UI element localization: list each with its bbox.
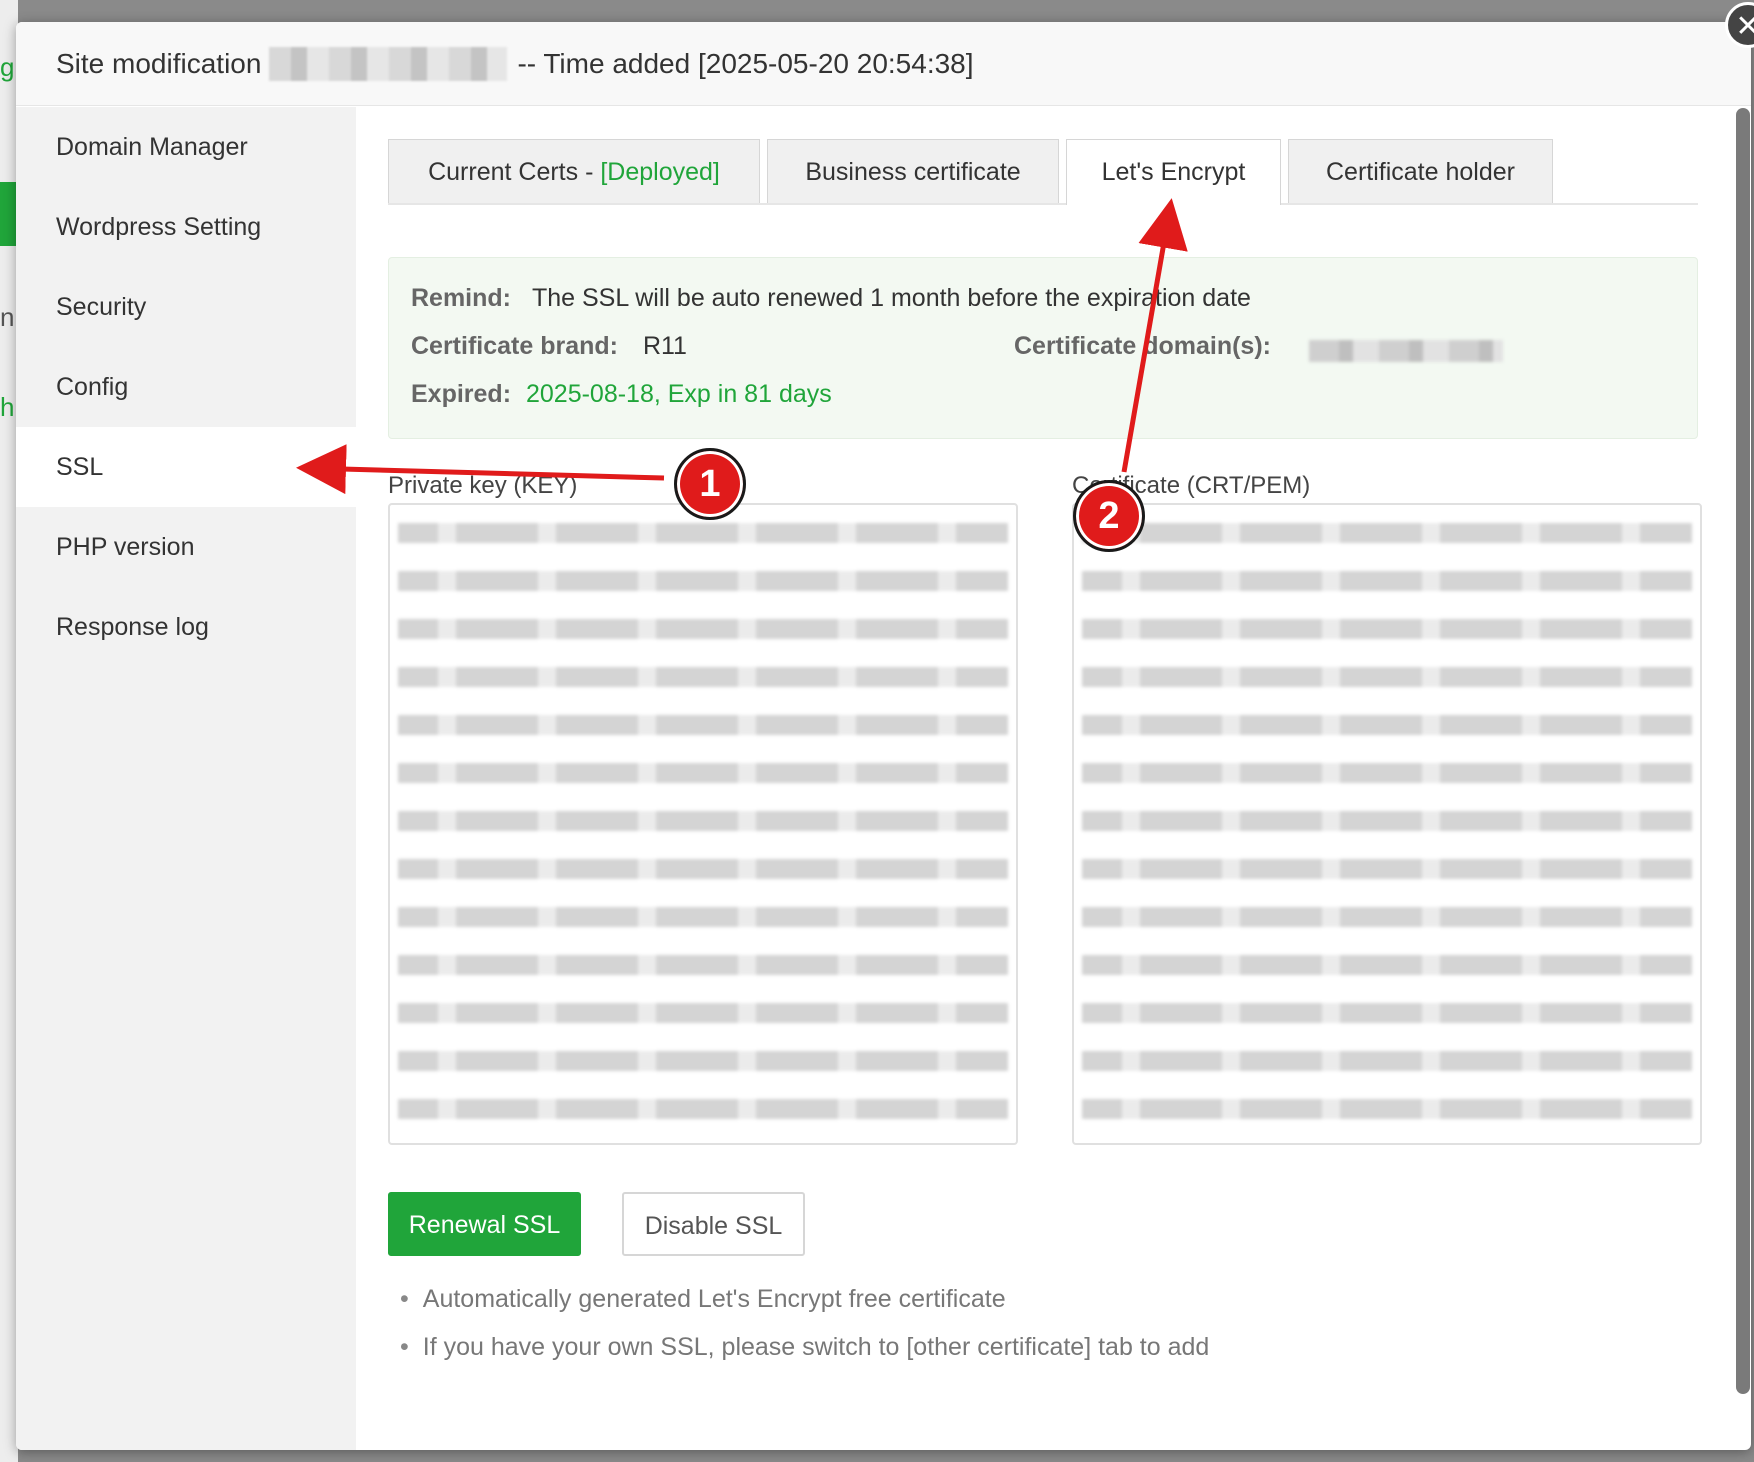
tab-business-certificate[interactable]: Business certificate <box>767 139 1059 203</box>
expired-label: Expired: <box>411 380 512 408</box>
remind-text: The SSL will be auto renewed 1 month bef… <box>531 284 1251 312</box>
redacted-domains <box>1309 340 1503 362</box>
expired-value: 2025-08-18, Exp in 81 days <box>525 380 832 408</box>
site-modification-dialog: Site modification -- Time added [2025-05… <box>16 22 1751 1450</box>
brand-value: R11 <box>642 332 687 360</box>
sidebar-item-wordpress-setting[interactable]: Wordpress Setting <box>16 187 356 267</box>
sidebar-item-php-version[interactable]: PHP version <box>16 507 356 587</box>
tab-current-certs[interactable]: Current Certs - [Deployed] <box>388 139 760 203</box>
annotation-badge-1: 1 <box>674 448 746 520</box>
settings-sidebar: Domain Manager Wordpress Setting Securit… <box>16 107 356 1450</box>
sidebar-item-config[interactable]: Config <box>16 347 356 427</box>
domains-row: Certificate domain(s): <box>1014 332 1271 361</box>
time-added: -- Time added [2025-05-20 20:54:38] <box>517 47 974 79</box>
ssl-notes: Automatically generated Let's Encrypt fr… <box>400 1275 1210 1371</box>
dialog-title: Site modification <box>56 47 262 79</box>
domains-label: Certificate domain(s): <box>1014 332 1271 360</box>
expired-row: Expired: 2025-08-18, Exp in 81 days <box>411 380 832 409</box>
certificate-textarea[interactable] <box>1072 503 1702 1145</box>
deployed-status: [Deployed] <box>600 158 720 186</box>
ssl-panel: Current Certs - [Deployed] Business cert… <box>356 107 1751 1450</box>
dialog-header: Site modification -- Time added [2025-05… <box>16 22 1751 106</box>
annotation-badge-2: 2 <box>1073 480 1145 552</box>
background-fragment: h <box>0 392 15 422</box>
disable-ssl-button[interactable]: Disable SSL <box>622 1192 805 1256</box>
tab-lets-encrypt[interactable]: Let's Encrypt <box>1066 139 1281 205</box>
brand-row: Certificate brand: R11 <box>411 332 687 361</box>
dialog-scrollbar[interactable] <box>1736 108 1750 1394</box>
background-fragment: g <box>0 52 15 82</box>
background-fragment: n <box>0 302 15 332</box>
note-item: Automatically generated Let's Encrypt fr… <box>400 1275 1209 1323</box>
sidebar-item-ssl[interactable]: SSL <box>16 427 356 507</box>
tab-certificate-holder[interactable]: Certificate holder <box>1288 139 1553 203</box>
sidebar-item-security[interactable]: Security <box>16 267 356 347</box>
certificate-info-box: Remind: The SSL will be auto renewed 1 m… <box>388 257 1698 439</box>
tab-current-certs-label: Current Certs - <box>428 158 601 186</box>
remind-row: Remind: The SSL will be auto renewed 1 m… <box>411 284 1251 313</box>
redacted-site-name <box>269 46 508 81</box>
private-key-label: Private key (KEY) <box>388 472 578 499</box>
renewal-ssl-button[interactable]: Renewal SSL <box>388 1192 581 1256</box>
sidebar-item-domain-manager[interactable]: Domain Manager <box>16 107 356 187</box>
private-key-textarea[interactable] <box>388 503 1018 1145</box>
sidebar-item-response-log[interactable]: Response log <box>16 587 356 667</box>
background-fragment <box>0 182 16 246</box>
redacted-private-key <box>398 523 1008 1125</box>
remind-label: Remind: <box>411 284 511 312</box>
redacted-certificate <box>1082 523 1692 1125</box>
brand-label: Certificate brand: <box>411 332 618 360</box>
certificate-tabs: Current Certs - [Deployed] Business cert… <box>388 139 1698 205</box>
note-item: If you have your own SSL, please switch … <box>400 1323 1210 1371</box>
